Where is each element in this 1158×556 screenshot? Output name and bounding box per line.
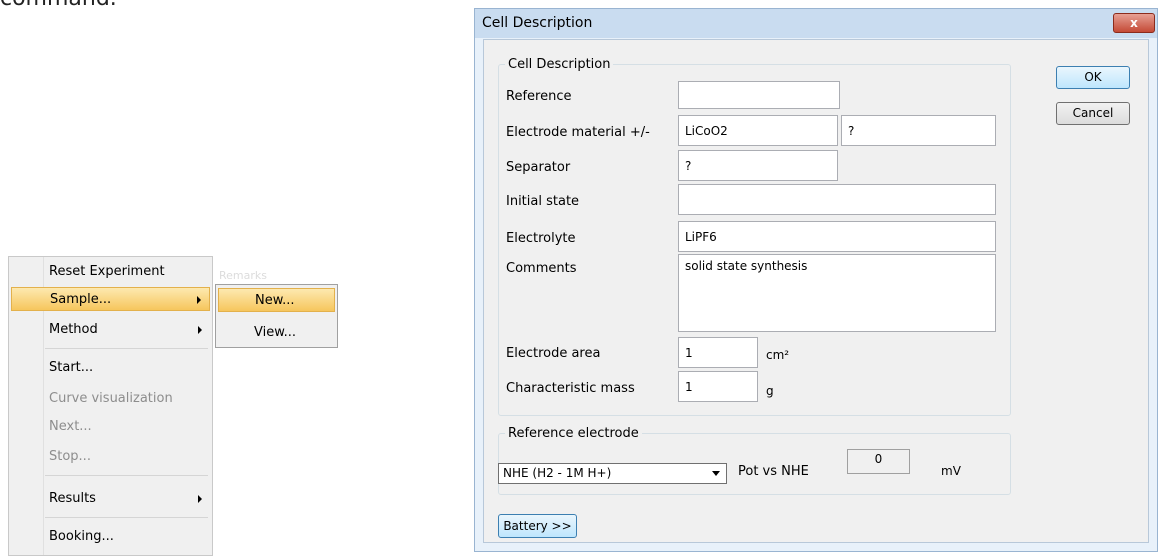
dialog-title: Cell Description [482,15,593,31]
menu-item-start[interactable]: Start... [11,356,210,380]
menu-item-stop[interactable]: Stop... [11,445,210,469]
characteristic-mass-label: Characteristic mass [506,381,635,396]
chevron-down-icon [712,471,720,476]
menu-item-label: Method [49,322,98,337]
submenu-arrow-icon [197,296,201,304]
pot-vs-nhe-value: 0 [847,449,910,474]
menu-item-label: Booking... [49,529,114,544]
menu-item-reset-experiment[interactable]: Reset Experiment [11,260,210,284]
submenu-item-label: New... [255,293,295,308]
menu-item-label: Sample... [50,292,112,307]
sample-submenu: New... View... [215,284,338,348]
menu-separator [45,348,208,349]
battery-button[interactable]: Battery >> [498,514,577,538]
submenu-arrow-icon [198,326,202,334]
menu-item-label: Start... [49,360,94,375]
electrode-area-unit: cm² [766,348,790,362]
electrode-minus-input[interactable] [841,115,996,146]
menu-item-label: Next... [49,419,92,434]
close-button[interactable]: x [1113,13,1155,33]
select-value: NHE (H2 - 1M H+) [503,466,612,480]
electrode-plus-input[interactable] [678,115,838,146]
caption-fragment: command. [0,0,117,11]
submenu-item-new[interactable]: New... [218,288,335,312]
reference-input[interactable] [678,81,840,109]
menu-item-method[interactable]: Method [11,318,210,342]
close-icon: x [1130,16,1138,30]
comments-textarea[interactable]: solid state synthesis [678,254,996,332]
menu-item-label: Curve visualization [49,391,173,406]
electrode-area-input[interactable] [678,337,758,368]
context-menu: Reset Experiment Sample... Method Start.… [8,256,213,556]
submenu-item-label: View... [254,325,297,340]
menu-item-label: Results [49,491,96,506]
menu-item-label: Stop... [49,449,91,464]
menu-item-curve-visualization[interactable]: Curve visualization [11,387,210,411]
comments-label: Comments [506,261,577,276]
menu-item-results[interactable]: Results [11,487,210,511]
electrolyte-input[interactable] [678,221,996,252]
dialog-titlebar: Cell Description x [475,9,1157,38]
electrode-material-label: Electrode material +/- [506,125,650,140]
menu-separator [45,475,208,476]
group-legend: Reference electrode [508,426,639,441]
dialog-client: Cell Description Reference Electrode mat… [483,39,1149,543]
reference-electrode-select[interactable]: NHE (H2 - 1M H+) [498,463,727,484]
reference-label: Reference [506,89,572,104]
pot-unit: mV [941,464,961,478]
electrolyte-label: Electrolyte [506,231,576,246]
initial-state-input[interactable] [678,184,996,215]
menu-item-sample[interactable]: Sample... [11,287,210,311]
separator-label: Separator [506,160,571,175]
menu-item-booking[interactable]: Booking... [11,525,210,549]
group-legend: Cell Description [508,57,611,72]
menu-item-label: Reset Experiment [49,264,165,279]
initial-state-label: Initial state [506,194,580,209]
submenu-item-view[interactable]: View... [218,321,335,345]
reference-electrode-group: Reference electrode [498,426,1011,495]
separator-input[interactable] [678,150,838,181]
characteristic-mass-input[interactable] [678,371,758,402]
ok-button[interactable]: OK [1056,66,1130,89]
cell-description-dialog: Cell Description x Cell Description Refe… [474,8,1158,552]
menu-item-next[interactable]: Next... [11,415,210,439]
pot-vs-nhe-label: Pot vs NHE [738,464,809,479]
submenu-arrow-icon [198,495,202,503]
menu-separator [45,517,208,518]
ghost-text: Remarks [219,269,267,282]
electrode-area-label: Electrode area [506,346,601,361]
cancel-button[interactable]: Cancel [1056,102,1130,125]
characteristic-mass-unit: g [766,384,774,398]
